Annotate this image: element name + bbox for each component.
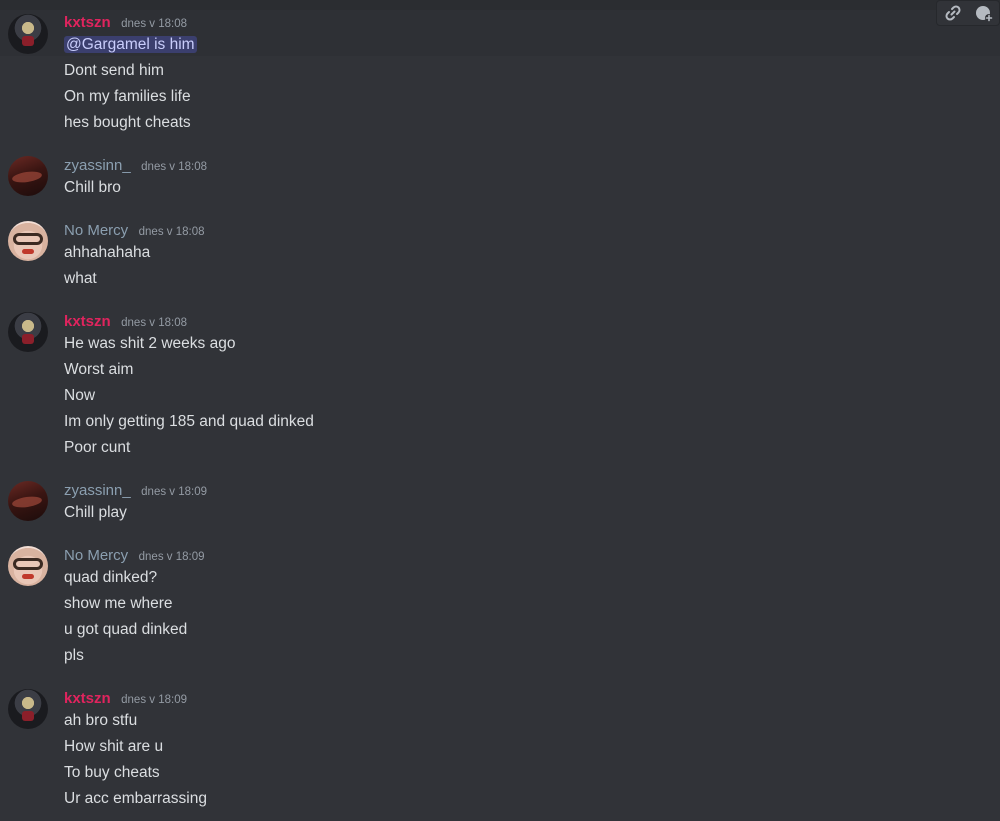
- avatar[interactable]: [8, 14, 48, 54]
- message-line: How shit are u: [64, 738, 164, 755]
- message-line: @Gargamel is him: [64, 35, 197, 55]
- message-line: u got quad dinked: [64, 621, 188, 638]
- username[interactable]: zyassinn_: [64, 157, 131, 174]
- add-reaction-icon[interactable]: [974, 3, 994, 23]
- username[interactable]: kxtszn: [64, 14, 111, 31]
- message-line: Ur acc embarrassing: [64, 790, 207, 807]
- message-line: On my families life: [64, 88, 191, 105]
- timestamp: dnes v 18:09: [121, 694, 187, 706]
- chat-messages: kxtszn dnes v 18:08 @Gargamel is him Don…: [0, 0, 1000, 821]
- username[interactable]: kxtszn: [64, 313, 111, 330]
- message-line: pls: [64, 647, 84, 664]
- timestamp: dnes v 18:09: [141, 486, 208, 498]
- username[interactable]: No Mercy: [64, 222, 128, 239]
- timestamp: dnes v 18:09: [138, 551, 205, 563]
- message-line: ahhahahaha: [64, 244, 151, 261]
- message-line: Chill bro: [64, 179, 121, 196]
- username[interactable]: zyassinn_: [64, 482, 131, 499]
- avatar[interactable]: [8, 221, 48, 261]
- timestamp: dnes v 18:08: [141, 161, 208, 173]
- message-header: kxtszn dnes v 18:09: [64, 690, 187, 710]
- timestamp: dnes v 18:08: [121, 317, 187, 329]
- link-icon[interactable]: [943, 3, 963, 23]
- avatar[interactable]: [8, 546, 48, 586]
- message-line: quad dinked?: [64, 569, 158, 586]
- username[interactable]: kxtszn: [64, 690, 111, 707]
- top-divider: [0, 0, 1000, 10]
- message-line: Chill play: [64, 504, 127, 521]
- message-line: Worst aim: [64, 361, 134, 378]
- message-line: Poor cunt: [64, 439, 131, 456]
- message-header: No Mercy dnes v 18:09: [64, 547, 205, 567]
- message-header: kxtszn dnes v 18:08: [64, 14, 187, 34]
- username[interactable]: No Mercy: [64, 547, 128, 564]
- avatar[interactable]: [8, 156, 48, 196]
- message-line: ah bro stfu: [64, 712, 138, 729]
- message-line: Im only getting 185 and quad dinked: [64, 413, 314, 430]
- mention[interactable]: @Gargamel is him: [64, 36, 197, 53]
- message-header: kxtszn dnes v 18:08: [64, 313, 187, 333]
- avatar[interactable]: [8, 689, 48, 729]
- message-line: To buy cheats: [64, 764, 160, 781]
- message-toolbar: [936, 0, 1000, 26]
- avatar[interactable]: [8, 481, 48, 521]
- message-line: show me where: [64, 595, 173, 612]
- message-header: zyassinn_ dnes v 18:09: [64, 482, 207, 502]
- message-line: hes bought cheats: [64, 114, 191, 131]
- message-line: Dont send him: [64, 62, 164, 79]
- avatar[interactable]: [8, 312, 48, 352]
- timestamp: dnes v 18:08: [138, 226, 205, 238]
- message-header: zyassinn_ dnes v 18:08: [64, 157, 207, 177]
- message-line: Now: [64, 387, 96, 404]
- message-line: He was shit 2 weeks ago: [64, 335, 236, 352]
- message-header: No Mercy dnes v 18:08: [64, 222, 205, 242]
- message-line: what: [64, 270, 97, 287]
- timestamp: dnes v 18:08: [121, 18, 187, 30]
